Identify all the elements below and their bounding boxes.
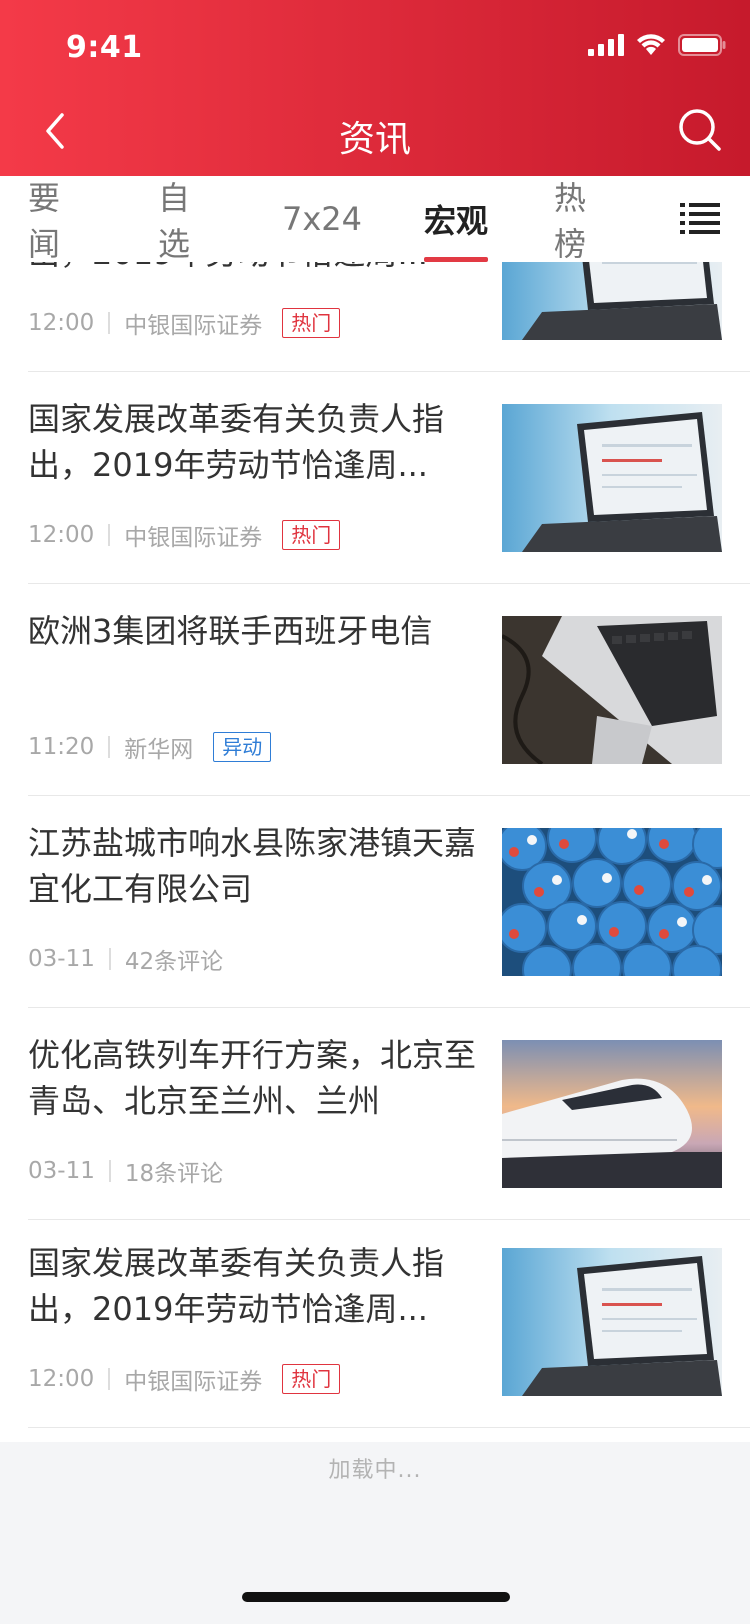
list-item[interactable]: 国家发展改革委有关负责人指出，2019年劳动节恰逢周... 12:00 中银国际… [0, 372, 750, 584]
article-meta: 03-11 42条评论 [28, 942, 223, 976]
article-thumbnail [502, 1040, 722, 1188]
article-time: 03-11 [28, 946, 95, 972]
article-thumbnail [502, 828, 722, 976]
status-bar: 9:41 [0, 0, 750, 92]
list-item[interactable]: 优化高铁列车开行方案，北京至青岛、北京至兰州、兰州 03-11 18条评论 [0, 1008, 750, 1220]
article-time: 12:00 [28, 1366, 95, 1392]
loading-indicator: 加载中... [328, 1458, 422, 1483]
article-comments: 42条评论 [124, 949, 224, 975]
meta-divider [108, 948, 111, 970]
app-header: 9:41 资讯 [0, 0, 750, 176]
article-meta: 12:00 中银国际证券 热门 [28, 1362, 341, 1396]
article-thumbnail [502, 1248, 722, 1396]
search-icon [679, 109, 721, 151]
page-title: 资讯 [338, 119, 411, 160]
list-item[interactable]: 欧洲3集团将联手西班牙电信 11:20 新华网 异动 [0, 584, 750, 796]
status-icons [588, 34, 726, 56]
news-list: 国家发展改革委有关负责人指出，2019年劳动节恰逢周... 12:00 中银国际… [0, 262, 750, 1442]
article-title: 江苏盐城市响水县陈家港镇天嘉宜化工有限公司 [28, 824, 477, 908]
cellular-signal-icon [588, 34, 624, 56]
article-source: 中银国际证券 [124, 525, 263, 551]
row-divider [28, 1427, 750, 1428]
article-time: 12:00 [28, 310, 95, 336]
battery-icon [678, 34, 726, 56]
article-title: 欧洲3集团将联手西班牙电信 [28, 612, 433, 650]
menu-list-icon[interactable] [680, 202, 720, 234]
article-meta: 12:00 中银国际证券 热门 [28, 518, 341, 552]
list-item[interactable]: 国家发展改革委有关负责人指出，2019年劳动节恰逢周... 12:00 中银国际… [0, 262, 750, 372]
meta-divider [108, 312, 111, 334]
hot-tag: 热门 [282, 520, 341, 550]
article-meta: 03-11 18条评论 [28, 1154, 223, 1188]
tab-rebang[interactable]: 热榜 [554, 176, 616, 263]
article-source: 新华网 [124, 737, 194, 763]
article-thumbnail [502, 404, 722, 552]
meta-divider [108, 524, 111, 546]
list-item[interactable]: 江苏盐城市响水县陈家港镇天嘉宜化工有限公司 03-11 42条评论 [0, 796, 750, 1008]
article-time: 03-11 [28, 1158, 95, 1184]
hot-tag: 热门 [282, 1364, 341, 1394]
article-source: 中银国际证券 [124, 1369, 263, 1395]
search-button[interactable] [674, 104, 726, 156]
move-tag: 异动 [213, 732, 272, 762]
tab-7x24[interactable]: 7x24 [282, 176, 362, 262]
category-tabs: 要闻 自选 7x24 宏观 热榜 [0, 176, 750, 263]
article-comments: 18条评论 [124, 1161, 224, 1187]
tab-hongguan[interactable]: 宏观 [424, 176, 488, 262]
article-meta: 11:20 新华网 异动 [28, 730, 272, 764]
article-thumbnail [502, 262, 722, 340]
article-title: 国家发展改革委有关负责人指出，2019年劳动节恰逢周... [28, 400, 445, 484]
article-thumbnail [502, 616, 722, 764]
meta-divider [108, 1160, 111, 1182]
article-title: 国家发展改革委有关负责人指出，2019年劳动节恰逢周... [28, 262, 478, 276]
article-source: 中银国际证券 [124, 313, 263, 339]
meta-divider [108, 1368, 111, 1390]
meta-divider [108, 736, 111, 758]
status-time: 9:41 [66, 30, 143, 65]
list-item[interactable]: 国家发展改革委有关负责人指出，2019年劳动节恰逢周... 12:00 中银国际… [0, 1216, 750, 1428]
article-time: 12:00 [28, 522, 95, 548]
article-time: 11:20 [28, 734, 95, 760]
article-title: 国家发展改革委有关负责人指出，2019年劳动节恰逢周... [28, 1244, 445, 1328]
tab-zixuan[interactable]: 自选 [158, 176, 220, 263]
article-title: 优化高铁列车开行方案，北京至青岛、北京至兰州、兰州 [28, 1036, 477, 1120]
article-meta: 12:00 中银国际证券 热门 [28, 306, 341, 340]
wifi-icon [637, 34, 665, 55]
tab-yaowen[interactable]: 要闻 [28, 176, 90, 263]
nav-bar: 资讯 [0, 92, 750, 176]
hot-tag: 热门 [282, 308, 341, 338]
home-indicator [242, 1592, 510, 1602]
